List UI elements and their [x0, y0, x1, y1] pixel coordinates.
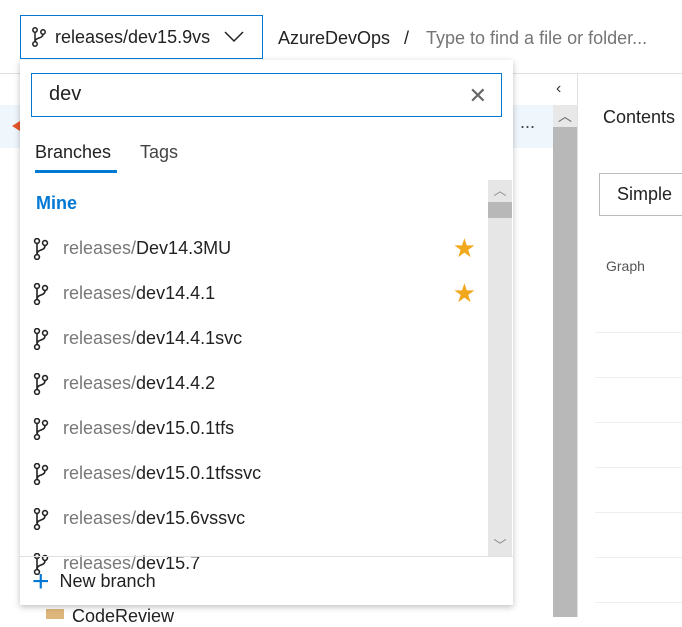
row-divider — [595, 557, 682, 558]
repo-breadcrumb[interactable]: AzureDevOps — [278, 28, 390, 49]
branch-prefix: releases/ — [63, 283, 137, 303]
scrollbar-thumb[interactable] — [488, 202, 512, 218]
tree-scrollbar[interactable] — [553, 105, 577, 617]
branch-prefix: releases/ — [63, 418, 137, 438]
branch-name: dev15.6vssvc — [136, 508, 246, 528]
panel-divider — [577, 74, 578, 617]
row-divider — [595, 377, 682, 378]
active-tab-indicator — [35, 170, 117, 173]
branch-prefix: releases/ — [63, 328, 137, 348]
branch-list-item[interactable]: releases/dev14.4.1svc — [20, 316, 488, 361]
branch-prefix: releases/ — [63, 238, 137, 258]
branch-name: Dev14.3MU — [136, 238, 232, 258]
branch-dropdown: ✕ Branches Tags Mine releases/Dev14.3MU ★… — [20, 60, 513, 605]
branch-name: dev15.0.1tfssvc — [136, 463, 262, 483]
scroll-up-arrow[interactable]: ︿ — [488, 180, 512, 199]
list-scrollbar[interactable]: ︿ ﹀ — [488, 180, 512, 556]
branch-icon — [32, 27, 46, 47]
plus-icon: + — [32, 564, 50, 598]
view-select[interactable]: Simple — [599, 173, 682, 216]
branch-list-item[interactable]: releases/Dev14.3MU ★ — [20, 226, 488, 271]
row-divider — [595, 332, 682, 333]
branch-list-item[interactable]: releases/dev15.6vssvc — [20, 496, 488, 541]
tab-tags[interactable]: Tags — [140, 142, 178, 163]
path-search-input[interactable] — [426, 28, 682, 49]
branch-list-item[interactable]: releases/dev15.0.1tfs — [20, 406, 488, 451]
current-branch: releases/dev15.9vs — [55, 26, 211, 47]
branch-icon — [33, 237, 49, 260]
branch-search-input[interactable] — [49, 83, 449, 106]
collapse-panel-button[interactable]: ‹ — [556, 80, 561, 98]
chevron-down-icon — [224, 31, 244, 43]
more-options-button[interactable]: ... — [520, 112, 535, 133]
branch-name: dev14.4.2 — [136, 373, 216, 393]
row-divider — [595, 422, 682, 423]
branch-icon — [33, 327, 49, 350]
branch-icon — [33, 507, 49, 530]
branch-prefix: releases/ — [63, 463, 137, 483]
scroll-down-arrow[interactable]: ﹀ — [488, 535, 512, 554]
new-branch-button[interactable]: + New branch — [20, 556, 513, 605]
graph-column-header: Graph — [606, 258, 645, 274]
row-divider — [595, 602, 682, 603]
branch-selector-button[interactable]: releases/dev15.9vs — [20, 15, 263, 59]
scroll-up-arrow[interactable]: ︿ — [553, 105, 577, 127]
branch-prefix: releases/ — [63, 373, 137, 393]
branch-icon — [33, 282, 49, 305]
branch-icon — [33, 417, 49, 440]
row-divider — [595, 467, 682, 468]
tab-branches[interactable]: Branches — [35, 142, 111, 163]
favorite-star-icon[interactable]: ★ — [453, 233, 476, 264]
path-separator: / — [404, 28, 410, 48]
branch-list-item[interactable]: releases/dev14.4.2 — [20, 361, 488, 406]
section-header-mine: Mine — [36, 193, 78, 213]
branch-name: dev15.0.1tfs — [136, 418, 235, 438]
branch-prefix: releases/ — [63, 508, 137, 528]
branch-name: dev14.4.1svc — [136, 328, 243, 348]
branch-name: dev14.4.1 — [136, 283, 216, 303]
branch-list-item[interactable]: releases/dev15.0.1tfssvc — [20, 451, 488, 496]
clear-search-icon[interactable]: ✕ — [469, 83, 487, 109]
branch-search-box[interactable]: ✕ — [31, 73, 502, 117]
folder-icon — [46, 609, 64, 619]
row-divider — [595, 512, 682, 513]
new-branch-label: New branch — [59, 571, 156, 591]
branch-icon — [33, 462, 49, 485]
contents-tab[interactable]: Contents — [603, 107, 675, 128]
branch-icon — [33, 372, 49, 395]
branch-list-item[interactable]: releases/dev14.4.1 ★ — [20, 271, 488, 316]
favorite-star-icon[interactable]: ★ — [453, 278, 476, 309]
